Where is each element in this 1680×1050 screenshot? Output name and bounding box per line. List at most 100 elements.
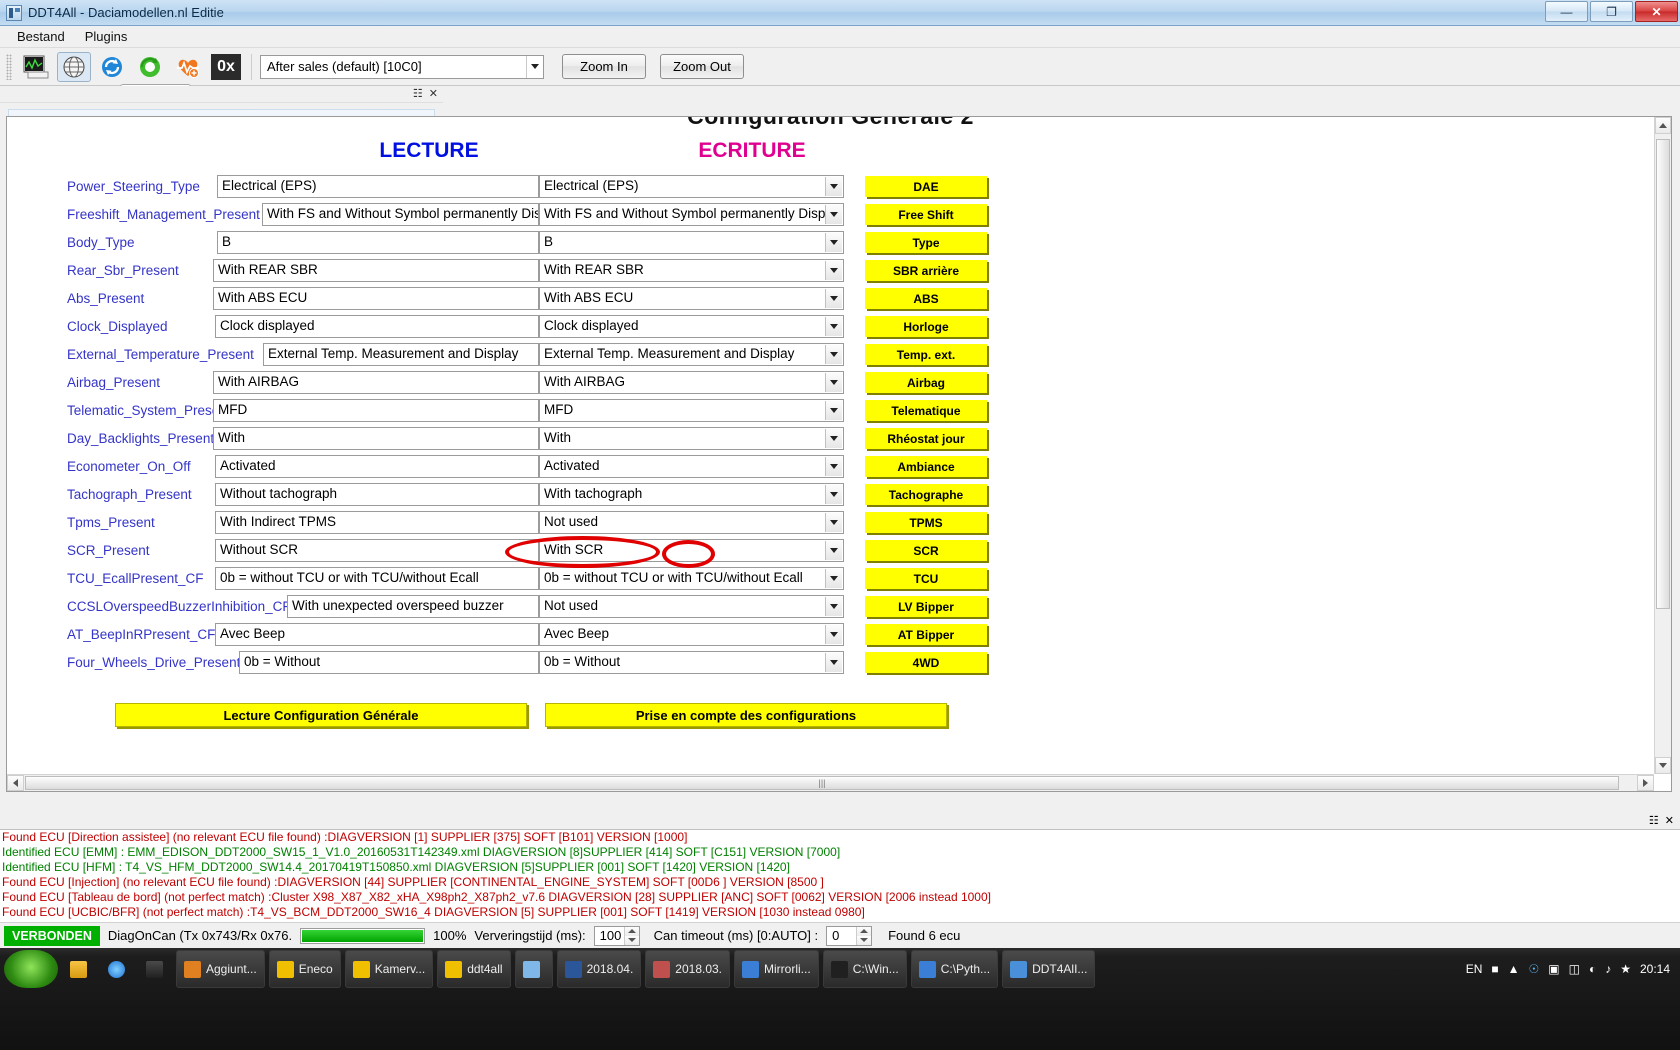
chevron-down-icon[interactable] — [825, 373, 842, 392]
scroll-left-icon[interactable] — [7, 775, 24, 791]
write-value-select[interactable]: Avec Beep — [539, 623, 844, 646]
parameter-action-button[interactable]: AT Bipper — [865, 624, 987, 645]
quick-launch-folder[interactable] — [62, 950, 98, 988]
write-value-select[interactable]: With tachograph — [539, 483, 844, 506]
write-value-select[interactable]: Not used — [539, 511, 844, 534]
parameter-action-button[interactable]: Tachographe — [865, 484, 987, 505]
float-icon[interactable]: ☷ — [413, 89, 423, 100]
volume-icon[interactable]: ♪ — [1605, 962, 1611, 976]
maximize-button[interactable]: ❐ — [1590, 1, 1633, 22]
stepper-up-icon[interactable] — [857, 927, 871, 936]
parameter-action-button[interactable]: LV Bipper — [865, 596, 987, 617]
write-value-select[interactable]: With FS and Without Symbol permanently D… — [539, 203, 844, 226]
write-value-select[interactable]: With SCR — [539, 539, 844, 562]
taskbar-button[interactable]: Eneco — [269, 950, 341, 988]
write-value-select[interactable]: MFD — [539, 399, 844, 422]
write-value-select[interactable]: With REAR SBR — [539, 259, 844, 282]
chevron-down-icon[interactable] — [825, 597, 842, 616]
apply-configuration-button[interactable]: Prise en compte des configurations — [545, 703, 947, 727]
chevron-down-icon[interactable] — [825, 233, 842, 252]
taskbar-button[interactable]: Mirrorli... — [734, 950, 819, 988]
parameter-action-button[interactable]: TCU — [865, 568, 987, 589]
close-button[interactable]: ✕ — [1635, 1, 1678, 22]
chevron-up-icon[interactable]: ▲ — [1508, 962, 1520, 976]
printer-icon[interactable]: ◫ — [1569, 962, 1580, 976]
write-value-select[interactable]: Activated — [539, 455, 844, 478]
chevron-down-icon[interactable] — [825, 345, 842, 364]
taskbar-button[interactable]: C:\Win... — [823, 950, 907, 988]
parameter-action-button[interactable]: Telematique — [865, 400, 987, 421]
parameter-action-button[interactable]: Free Shift — [865, 204, 987, 225]
chevron-down-icon[interactable] — [825, 513, 842, 532]
taskbar-button[interactable]: Aggiunt... — [176, 950, 265, 988]
parameter-action-button[interactable]: ABS — [865, 288, 987, 309]
taskbar-button[interactable]: C:\Pyth... — [911, 950, 998, 988]
chevron-down-icon[interactable] — [825, 289, 842, 308]
taskbar-button[interactable] — [515, 950, 553, 988]
scroll-right-icon[interactable] — [1637, 775, 1654, 791]
chevron-down-icon[interactable] — [825, 177, 842, 196]
parameter-action-button[interactable]: Temp. ext. — [865, 344, 987, 365]
chevron-down-icon[interactable] — [526, 56, 543, 78]
parameter-action-button[interactable]: 4WD — [865, 652, 987, 673]
chevron-down-icon[interactable] — [825, 261, 842, 280]
scroll-thumb[interactable] — [1656, 139, 1670, 609]
parameter-action-button[interactable]: Rhéostat jour — [865, 428, 987, 449]
taskbar-button[interactable]: 2018.03. — [645, 950, 730, 988]
stepper-down-icon[interactable] — [625, 936, 639, 945]
refresh-interval-input[interactable]: 100 — [594, 926, 640, 946]
write-value-select[interactable]: B — [539, 231, 844, 254]
write-value-select[interactable]: With ABS ECU — [539, 287, 844, 310]
ime-icon[interactable]: ■ — [1491, 962, 1498, 976]
parameter-action-button[interactable]: Horloge — [865, 316, 987, 337]
quick-launch-ie[interactable] — [100, 950, 136, 988]
session-combo[interactable]: After sales (default) [10C0] — [260, 55, 544, 79]
hex-0x-icon[interactable]: 0x — [209, 52, 243, 82]
parameter-action-button[interactable]: Type — [865, 232, 987, 253]
stepper-down-icon[interactable] — [857, 936, 871, 945]
parameter-action-button[interactable]: SCR — [865, 540, 987, 561]
menu-item-plugins[interactable]: Plugins — [76, 27, 137, 46]
chevron-down-icon[interactable] — [825, 653, 842, 672]
tray-clock[interactable]: 20:14 — [1640, 962, 1670, 976]
log-output[interactable]: Found ECU [Direction assistee] (no relev… — [0, 829, 1680, 922]
shield-icon[interactable]: ★ — [1620, 962, 1631, 976]
minimize-button[interactable]: — — [1545, 1, 1588, 22]
parameter-action-button[interactable]: Airbag — [865, 372, 987, 393]
hscroll-thumb[interactable]: ||| — [25, 776, 1619, 790]
zoom-out-button[interactable]: Zoom Out — [660, 54, 744, 79]
ecu-globe-icon[interactable] — [57, 52, 91, 82]
chevron-down-icon[interactable] — [825, 569, 842, 588]
chevron-down-icon[interactable] — [825, 401, 842, 420]
parameter-action-button[interactable]: SBR arrière — [865, 260, 987, 281]
write-value-select[interactable]: Clock displayed — [539, 315, 844, 338]
chevron-down-icon[interactable] — [825, 457, 842, 476]
quick-launch-media[interactable] — [138, 950, 174, 988]
stepper-arrows[interactable] — [856, 927, 871, 945]
refresh-blue-icon[interactable] — [95, 52, 129, 82]
taskbar-button[interactable]: DDT4AlI... — [1002, 950, 1095, 988]
close-icon[interactable]: ✕ — [429, 89, 438, 100]
parameter-action-button[interactable]: Ambiance — [865, 456, 987, 477]
bluetooth-icon[interactable]: ☉ — [1529, 962, 1540, 976]
document-hscrollbar[interactable]: ||| — [7, 774, 1654, 791]
write-value-select[interactable]: Not used — [539, 595, 844, 618]
zoom-in-button[interactable]: Zoom In — [562, 54, 646, 79]
write-value-select[interactable]: With AIRBAG — [539, 371, 844, 394]
refresh-green-icon[interactable] — [133, 52, 167, 82]
stepper-arrows[interactable] — [624, 927, 639, 945]
parameter-action-button[interactable]: TPMS — [865, 512, 987, 533]
chevron-down-icon[interactable] — [825, 625, 842, 644]
heart-plus-icon[interactable] — [171, 52, 205, 82]
start-orb[interactable] — [4, 950, 58, 988]
toolbar-grip[interactable] — [6, 54, 12, 80]
menu-item-bestand[interactable]: Bestand — [8, 27, 74, 46]
write-value-select[interactable]: Electrical (EPS) — [539, 175, 844, 198]
taskbar-button[interactable]: Kamerv... — [345, 950, 433, 988]
float-icon[interactable]: ☷ — [1649, 814, 1659, 827]
network-icon[interactable]: ◐ — [1589, 962, 1596, 976]
taskbar-button[interactable]: ddt4all — [437, 950, 510, 988]
parameter-action-button[interactable]: DAE — [865, 176, 987, 197]
write-value-select[interactable]: 0b = without TCU or with TCU/without Eca… — [539, 567, 844, 590]
write-value-select[interactable]: With — [539, 427, 844, 450]
